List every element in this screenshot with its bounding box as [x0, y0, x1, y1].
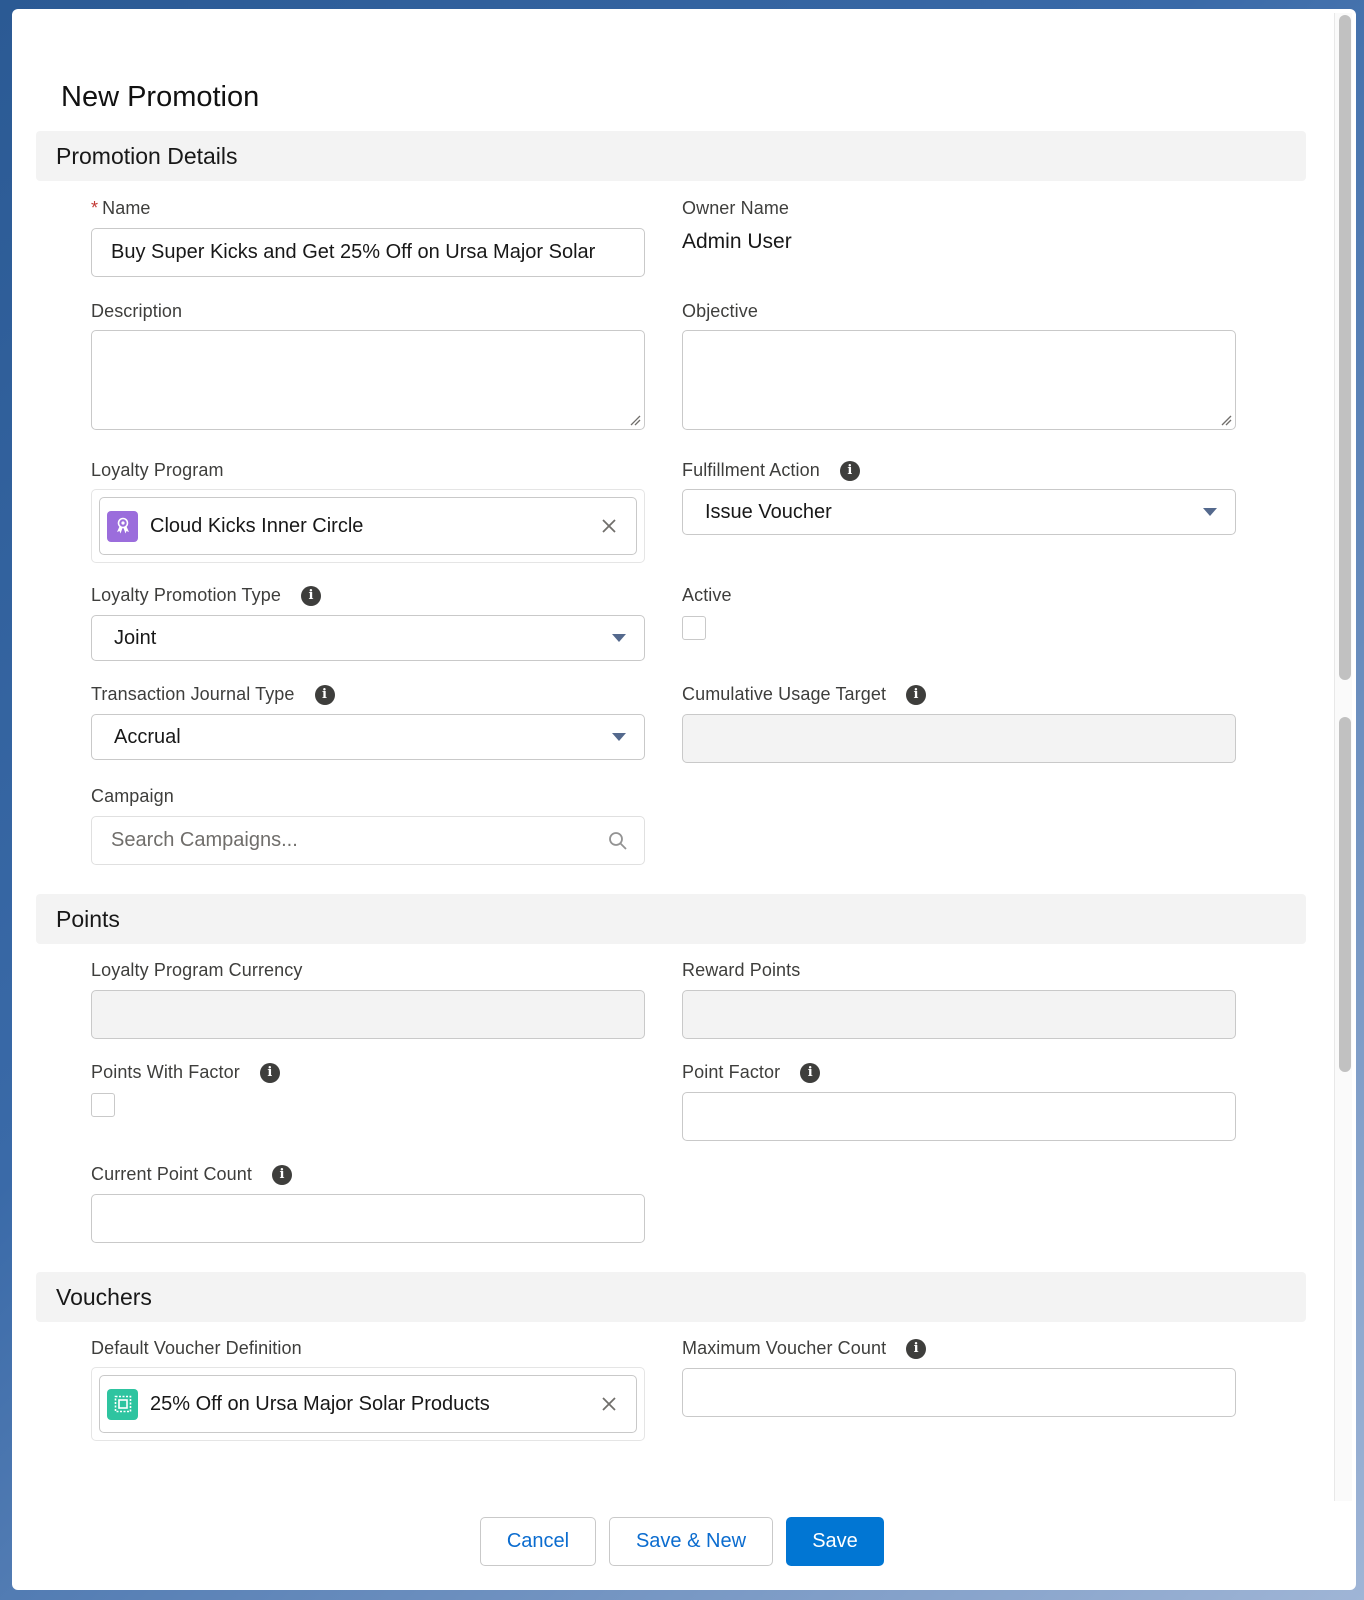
info-icon[interactable]: i — [300, 585, 321, 606]
loyalty-promotion-type-label-text: Loyalty Promotion Type — [91, 585, 281, 605]
voucher-icon — [107, 1388, 138, 1420]
search-icon — [609, 831, 627, 850]
fulfillment-action-label: Fulfillment Action i — [682, 460, 860, 481]
info-icon[interactable]: i — [906, 1338, 927, 1359]
info-icon[interactable]: i — [839, 460, 860, 481]
resize-handle-icon[interactable] — [629, 414, 641, 426]
info-icon[interactable]: i — [314, 684, 335, 705]
active-checkbox[interactable] — [682, 616, 706, 640]
name-input[interactable]: Buy Super Kicks and Get 25% Off on Ursa … — [91, 228, 645, 277]
maximum-voucher-count-label: Maximum Voucher Count i — [682, 1338, 927, 1359]
chevron-down-icon — [1203, 508, 1217, 516]
name-label-text: Name — [102, 198, 151, 218]
transaction-journal-type-label-text: Transaction Journal Type — [91, 684, 295, 704]
default-voucher-definition-pill[interactable]: 25% Off on Ursa Major Solar Products — [99, 1375, 637, 1433]
current-point-count-label-text: Current Point Count — [91, 1164, 252, 1184]
loyalty-program-pill[interactable]: Cloud Kicks Inner Circle — [99, 497, 637, 555]
loyalty-program-icon — [107, 510, 138, 542]
current-point-count-label: Current Point Count i — [91, 1164, 292, 1185]
reward-points-input — [682, 990, 1236, 1039]
reward-points-label: Reward Points — [682, 960, 801, 980]
resize-handle-icon[interactable] — [1220, 414, 1232, 426]
chevron-down-icon — [612, 634, 626, 642]
scrollbar-thumb[interactable] — [1339, 15, 1351, 680]
scrollbar-track[interactable] — [1334, 13, 1352, 1501]
campaign-search-input[interactable]: Search Campaigns... — [91, 816, 645, 865]
points-with-factor-checkbox[interactable] — [91, 1093, 115, 1117]
current-point-count-input[interactable] — [91, 1194, 645, 1243]
owner-name-label: Owner Name — [682, 198, 790, 218]
loyalty-promotion-type-value: Joint — [114, 626, 157, 649]
section-header-points: Points — [36, 894, 1306, 944]
cancel-button[interactable]: Cancel — [480, 1517, 596, 1566]
new-promotion-modal: New Promotion Promotion Details * Name B… — [12, 9, 1356, 1590]
name-label: * Name — [91, 198, 151, 219]
cumulative-usage-target-input — [682, 714, 1236, 763]
fulfillment-action-value: Issue Voucher — [705, 500, 832, 523]
transaction-journal-type-value: Accrual — [114, 725, 181, 748]
objective-textarea[interactable] — [682, 330, 1236, 430]
objective-label: Objective — [682, 301, 758, 321]
description-label: Description — [91, 301, 183, 321]
loyalty-promotion-type-label: Loyalty Promotion Type i — [91, 585, 321, 606]
transaction-journal-type-select[interactable]: Accrual — [91, 714, 645, 760]
maximum-voucher-count-input[interactable] — [682, 1368, 1236, 1417]
loyalty-program-value: Cloud Kicks Inner Circle — [150, 514, 364, 537]
campaign-placeholder: Search Campaigns... — [111, 829, 298, 851]
owner-name-value: Admin User — [682, 230, 792, 253]
save-and-new-button[interactable]: Save & New — [609, 1517, 773, 1566]
maximum-voucher-count-label-text: Maximum Voucher Count — [682, 1338, 887, 1358]
fulfillment-action-label-text: Fulfillment Action — [682, 460, 820, 480]
loyalty-program-lookup[interactable]: Cloud Kicks Inner Circle — [91, 489, 645, 563]
chevron-down-icon — [612, 733, 626, 741]
loyalty-program-label: Loyalty Program — [91, 460, 224, 480]
info-icon[interactable]: i — [271, 1164, 292, 1185]
fulfillment-action-select[interactable]: Issue Voucher — [682, 489, 1236, 535]
loyalty-program-currency-input — [91, 990, 645, 1039]
loyalty-promotion-type-select[interactable]: Joint — [91, 615, 645, 661]
points-with-factor-label: Points With Factor i — [91, 1062, 280, 1083]
clear-selection-icon[interactable] — [600, 1395, 618, 1413]
description-textarea[interactable] — [91, 330, 645, 430]
cumulative-usage-target-label-text: Cumulative Usage Target — [682, 684, 887, 704]
clear-selection-icon[interactable] — [600, 517, 618, 535]
loyalty-program-currency-label: Loyalty Program Currency — [91, 960, 303, 980]
point-factor-label-text: Point Factor — [682, 1062, 781, 1082]
info-icon[interactable]: i — [906, 684, 927, 705]
default-voucher-definition-lookup[interactable]: 25% Off on Ursa Major Solar Products — [91, 1367, 645, 1441]
points-with-factor-label-text: Points With Factor — [91, 1062, 240, 1082]
scrollbar-thumb-secondary[interactable] — [1339, 717, 1351, 1072]
active-label: Active — [682, 585, 732, 605]
save-button[interactable]: Save — [786, 1517, 884, 1566]
required-marker: * — [91, 198, 99, 218]
point-factor-input[interactable] — [682, 1092, 1236, 1141]
point-factor-label: Point Factor i — [682, 1062, 821, 1083]
transaction-journal-type-label: Transaction Journal Type i — [91, 684, 335, 705]
section-header-promotion-details: Promotion Details — [36, 131, 1306, 181]
default-voucher-definition-label: Default Voucher Definition — [91, 1338, 302, 1358]
campaign-label: Campaign — [91, 786, 174, 806]
cumulative-usage-target-label: Cumulative Usage Target i — [682, 684, 927, 705]
default-voucher-definition-value: 25% Off on Ursa Major Solar Products — [150, 1392, 490, 1415]
section-header-vouchers: Vouchers — [36, 1272, 1306, 1322]
info-icon[interactable]: i — [259, 1062, 280, 1083]
name-value: Buy Super Kicks and Get 25% Off on Ursa … — [111, 241, 596, 263]
info-icon[interactable]: i — [800, 1062, 821, 1083]
modal-title: New Promotion — [61, 81, 260, 113]
